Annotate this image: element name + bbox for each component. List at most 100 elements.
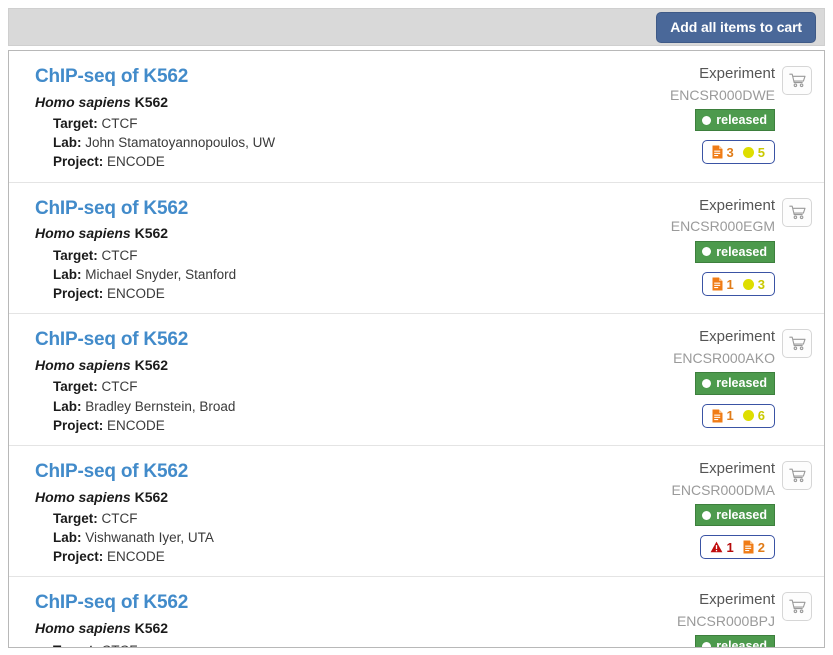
result-item[interactable]: ChIP-seq of K562 Homo sapiens K562 Targe…	[9, 51, 824, 182]
audit-indicator-file[interactable]: 3	[712, 145, 734, 159]
result-biosample: Homo sapiens K562	[35, 355, 235, 375]
project-label: Project:	[53, 549, 103, 564]
shopping-cart-icon	[789, 73, 806, 88]
add-to-cart-button[interactable]	[782, 198, 812, 227]
result-status-stack: Experiment ENCSR000AKO released 16	[673, 328, 775, 427]
result-item-details: ChIP-seq of K562 Homo sapiens K562 Targe…	[21, 326, 235, 435]
target-label: Target:	[53, 511, 98, 526]
target-label: Target:	[53, 643, 98, 648]
biosample-name: K562	[135, 357, 168, 373]
status-dot-icon	[702, 247, 711, 256]
target-label: Target:	[53, 248, 98, 263]
audit-indicator-circle[interactable]: 5	[743, 146, 765, 159]
project-value: ENCODE	[107, 154, 165, 169]
result-title-link[interactable]: ChIP-seq of K562	[35, 461, 214, 483]
meta-project: Project: ENCODE	[53, 416, 235, 435]
result-meta-list: Target: CTCF Lab: John Stamatoyannopoulo…	[35, 114, 275, 171]
result-accession: ENCSR000BPJ	[677, 612, 775, 630]
target-value: CTCF	[102, 379, 138, 394]
result-item-status-column: Experiment ENCSR000AKO released 16	[673, 326, 812, 427]
audit-count: 1	[727, 278, 734, 291]
audit-count: 1	[727, 541, 734, 554]
audit-indicator-circle[interactable]: 6	[743, 409, 765, 422]
add-to-cart-button[interactable]	[782, 329, 812, 358]
result-object-type: Experiment	[699, 328, 775, 347]
meta-project: Project: ENCODE	[53, 152, 275, 171]
result-meta-list: Target: CTCF Lab: Vishwanath Iyer, UTA P…	[35, 509, 214, 566]
status-label: released	[716, 114, 767, 127]
meta-project: Project: ENCODE	[53, 547, 214, 566]
status-dot-icon	[702, 379, 711, 388]
target-value: CTCF	[102, 248, 138, 263]
result-object-type: Experiment	[699, 591, 775, 610]
result-status-stack: Experiment ENCSR000DWE released 35	[670, 65, 775, 164]
meta-target: Target: CTCF	[53, 114, 275, 133]
biosample-name: K562	[135, 620, 168, 636]
shopping-cart-icon	[789, 336, 806, 351]
result-title-link[interactable]: ChIP-seq of K562	[35, 592, 211, 614]
result-accession: ENCSR000DMA	[672, 481, 775, 499]
lab-value: John Stamatoyannopoulos, UW	[85, 135, 275, 150]
status-dot-icon	[702, 642, 711, 648]
result-title-link[interactable]: ChIP-seq of K562	[35, 329, 235, 351]
result-object-type: Experiment	[699, 65, 775, 84]
result-title-link[interactable]: ChIP-seq of K562	[35, 198, 236, 220]
result-biosample: Homo sapiens K562	[35, 223, 236, 243]
audit-indicator-circle[interactable]: 3	[743, 278, 765, 291]
result-item[interactable]: ChIP-seq of K562 Homo sapiens K562 Targe…	[9, 313, 824, 445]
result-item-status-column: Experiment ENCSR000EGM released 13	[671, 195, 812, 296]
species-name: Homo sapiens	[35, 620, 131, 636]
meta-project: Project: ENCODE	[53, 284, 236, 303]
result-item[interactable]: ChIP-seq of K562 Homo sapiens K562 Targe…	[9, 445, 824, 577]
audit-circle-icon	[743, 147, 754, 158]
result-item-status-column: Experiment ENCSR000DWE released 35	[670, 63, 812, 164]
audit-file-icon	[743, 540, 754, 554]
lab-value: Michael Snyder, Stanford	[85, 267, 236, 282]
audit-circle-icon	[743, 279, 754, 290]
biosample-name: K562	[135, 225, 168, 241]
audit-indicator-file[interactable]: 2	[743, 540, 765, 554]
result-item[interactable]: ChIP-seq of K562 Homo sapiens K562 Targe…	[9, 576, 824, 648]
audit-indicators[interactable]: 35	[702, 140, 775, 164]
add-to-cart-button[interactable]	[782, 461, 812, 490]
meta-target: Target: CTCF	[53, 509, 214, 528]
target-label: Target:	[53, 379, 98, 394]
audit-indicators[interactable]: 13	[702, 272, 775, 296]
result-accession: ENCSR000AKO	[673, 349, 775, 367]
result-meta-list: Target: CTCF Lab: Bradley Bernstein, Bro…	[35, 377, 235, 434]
add-to-cart-button[interactable]	[782, 592, 812, 621]
biosample-name: K562	[135, 94, 168, 110]
species-name: Homo sapiens	[35, 357, 131, 373]
status-badge: released	[695, 635, 775, 648]
biosample-name: K562	[135, 489, 168, 505]
result-object-type: Experiment	[699, 197, 775, 216]
result-biosample: Homo sapiens K562	[35, 618, 211, 638]
add-all-items-to-cart-button[interactable]: Add all items to cart	[656, 12, 816, 43]
audit-count: 5	[758, 146, 765, 159]
audit-circle-icon	[743, 410, 754, 421]
species-name: Homo sapiens	[35, 489, 131, 505]
meta-lab: Lab: John Stamatoyannopoulos, UW	[53, 133, 275, 152]
audit-count: 3	[758, 278, 765, 291]
audit-indicators[interactable]: 12	[700, 535, 775, 559]
audit-indicator-warning[interactable]: 1	[710, 541, 734, 554]
project-label: Project:	[53, 154, 103, 169]
result-object-type: Experiment	[699, 460, 775, 479]
audit-indicators[interactable]: 16	[702, 404, 775, 428]
project-value: ENCODE	[107, 418, 165, 433]
audit-indicator-file[interactable]: 1	[712, 409, 734, 423]
result-biosample: Homo sapiens K562	[35, 92, 275, 112]
audit-indicator-file[interactable]: 1	[712, 277, 734, 291]
audit-count: 3	[727, 146, 734, 159]
meta-lab: Lab: Vishwanath Iyer, UTA	[53, 528, 214, 547]
shopping-cart-icon	[789, 599, 806, 614]
result-item[interactable]: ChIP-seq of K562 Homo sapiens K562 Targe…	[9, 182, 824, 314]
result-meta-list: Target: CTCF Lab: Richard Myers, HAIB Pr…	[35, 641, 211, 648]
result-title-link[interactable]: ChIP-seq of K562	[35, 66, 275, 88]
add-to-cart-button[interactable]	[782, 66, 812, 95]
result-item-status-column: Experiment ENCSR000BPJ released 15	[677, 589, 812, 648]
result-accession: ENCSR000DWE	[670, 86, 775, 104]
result-biosample: Homo sapiens K562	[35, 487, 214, 507]
meta-lab: Lab: Bradley Bernstein, Broad	[53, 397, 235, 416]
status-badge: released	[695, 241, 775, 264]
